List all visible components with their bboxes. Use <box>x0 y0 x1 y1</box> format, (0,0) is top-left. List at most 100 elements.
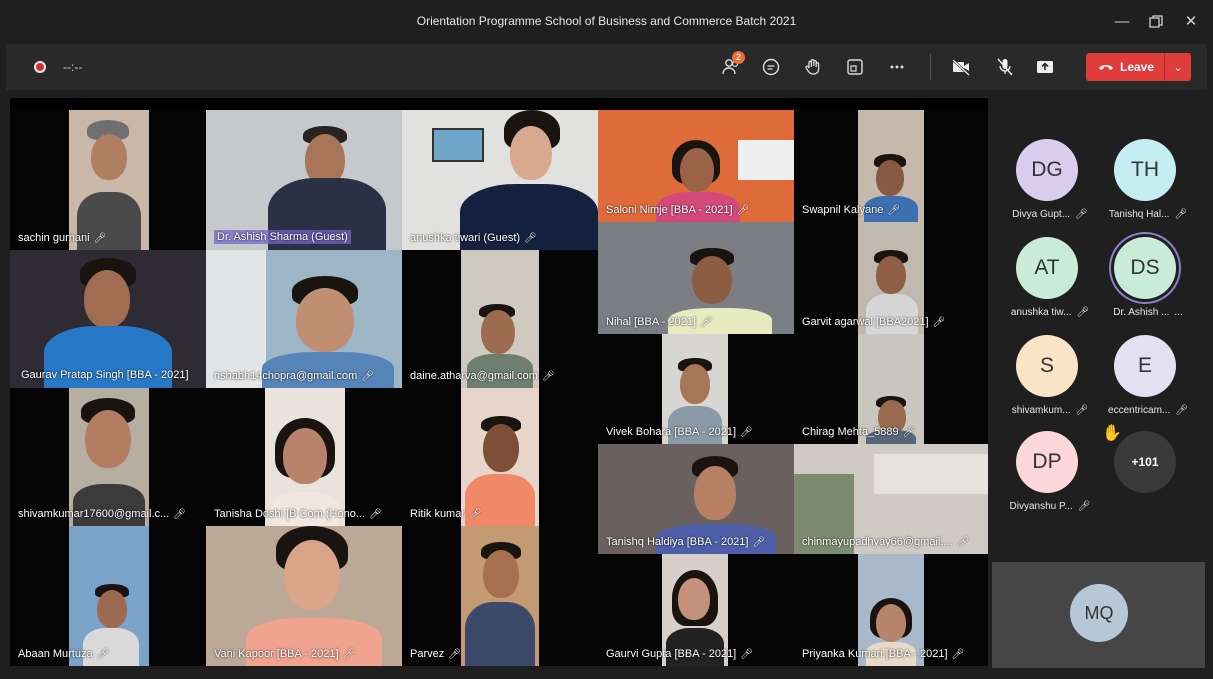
video-tile[interactable]: Gaurvi Gupta [BBA - 2021] 🎤︎ <box>598 554 794 666</box>
minimize-icon[interactable]: — <box>1107 10 1137 34</box>
meeting-toolbar: --:-- 2 Leave ⌄ <box>6 44 1207 90</box>
participant-avatar-tile[interactable]: TH Tanishq Hal... 🎤︎ <box>1100 139 1196 231</box>
video-tile[interactable]: Nihal [BBA - 2021] 🎤︎ <box>598 222 794 334</box>
hang-up-icon <box>1099 65 1113 70</box>
video-tile[interactable]: Saloni Nimje [BBA - 2021] 🎤︎ <box>598 110 794 222</box>
video-tile[interactable]: sachin gurnani 🎤︎ <box>10 110 206 250</box>
toolbar-divider <box>930 54 931 80</box>
video-tile[interactable]: chinmayupadhyay66@gmail.... 🎤︎ <box>794 444 988 554</box>
video-tile[interactable]: rishabh14chopra@gmail.com 🎤︎ <box>206 250 402 388</box>
participant-name: Saloni Nimje [BBA - 2021] <box>606 204 733 216</box>
video-tile[interactable]: Dr. Ashish Sharma (Guest) <box>206 110 402 250</box>
camera-toggle-button[interactable] <box>948 55 974 79</box>
video-tile[interactable]: Vivek Bohara [BBA - 2021] 🎤︎ <box>598 334 794 444</box>
video-tile[interactable]: Tanishq Haldiya [BBA - 2021] 🎤︎ <box>598 444 794 554</box>
avatar: DG <box>1016 139 1078 201</box>
overflow-participants-tile[interactable]: +101 ✋ <box>1100 425 1196 523</box>
mic-toggle-button[interactable] <box>992 55 1018 79</box>
participant-avatar-tile[interactable]: AT anushka tiw... 🎤︎ <box>1002 237 1098 329</box>
video-tile[interactable]: Tanisha Doshi [B Com (Hono... 🎤︎ <box>206 388 402 526</box>
mic-off-icon: 🎤︎ <box>699 316 713 328</box>
video-grid: sachin gurnani 🎤︎ Dr. Ashish Sharma (Gues… <box>10 98 988 666</box>
participant-name: Ritik kumar <box>410 508 466 520</box>
mic-off-icon: 🎤︎ <box>448 648 461 660</box>
leave-button[interactable]: Leave ⌄ <box>1086 53 1191 81</box>
mic-off-icon: 🎤︎ <box>361 370 374 382</box>
participant-name: Tanishq Haldiya [BBA - 2021] <box>606 536 749 548</box>
leave-label: Leave <box>1120 60 1155 74</box>
participant-name: Parvez <box>410 648 445 660</box>
video-tile[interactable]: shivamkumar17600@gmail.c... 🎤︎ <box>10 388 206 526</box>
meeting-timer: --:-- <box>63 60 83 74</box>
more-actions-button[interactable] <box>884 55 910 79</box>
video-tile[interactable]: Garvit agarwal [BBA2021] 🎤︎ <box>794 222 988 334</box>
participant-name: Swapnil Kalyane <box>802 204 884 216</box>
chat-button[interactable] <box>758 55 784 79</box>
video-tile[interactable]: Priyanka Kumari [BBA - 2021] 🎤︎ <box>794 554 988 666</box>
participant-name: Vani Kapoor [BBA - 2021] <box>214 648 339 660</box>
participant-avatar-tile[interactable]: DS Dr. Ashish ...... <box>1100 237 1196 329</box>
hand-icon <box>805 59 820 75</box>
video-tile[interactable]: Gaurav Pratap Singh [BBA - 2021] <box>10 250 206 388</box>
mic-off-icon: 🎤︎ <box>932 316 946 328</box>
overflow-count: +101 <box>1114 431 1176 493</box>
participant-name: Dr. Ashish Sharma (Guest) <box>214 230 351 244</box>
participant-avatar-tile[interactable]: E eccentricam... 🎤︎ <box>1100 335 1196 427</box>
participant-avatar-tile[interactable]: DG Divya Gupt... 🎤︎ <box>1002 139 1098 231</box>
breakout-rooms-icon <box>847 59 863 75</box>
mic-off-icon: 🎤︎ <box>93 232 107 244</box>
mic-off-icon: 🎤︎ <box>736 204 750 216</box>
avatar: S <box>1016 335 1078 397</box>
mic-off-icon: 🎤︎ <box>369 508 382 520</box>
participant-name: Tanishq Hal... <box>1108 209 1170 220</box>
participant-name: Garvit agarwal [BBA2021] <box>802 316 929 328</box>
rooms-button[interactable] <box>842 55 868 79</box>
participant-name: Divyanshu P... <box>1009 501 1073 512</box>
restore-icon[interactable] <box>1141 10 1171 34</box>
video-tile[interactable]: daine.atharva@gmail.com 🎤︎ <box>402 250 598 388</box>
participant-avatar-tile[interactable]: S shivamkum... 🎤︎ <box>1002 335 1098 427</box>
participant-name: shivamkum... <box>1011 405 1071 416</box>
video-tile[interactable]: Parvez 🎤︎ <box>402 526 598 666</box>
participant-name: shivamkumar17600@gmail.c... <box>18 508 170 520</box>
close-icon[interactable]: ✕ <box>1176 10 1206 34</box>
mic-off-icon: 🎤︎ <box>956 536 970 548</box>
video-tile[interactable]: Abaan Murtuza 🎤︎ <box>10 526 206 666</box>
participant-name: Nihal [BBA - 2021] <box>606 316 696 328</box>
video-tile[interactable]: Chirag Mehta_5889 🎤︎ <box>794 334 988 444</box>
avatar: MQ <box>1070 584 1128 642</box>
participant-name: eccentricam... <box>1108 405 1171 416</box>
mic-off-icon <box>997 58 1013 76</box>
mic-off-icon: 🎤︎ <box>1075 209 1088 220</box>
video-tile[interactable]: Ritik kumar 🎤︎ <box>402 388 598 526</box>
video-tile[interactable]: Swapnil Kalyane 🎤︎ <box>794 110 988 222</box>
participant-name: sachin gurnani <box>18 232 90 244</box>
participant-avatar-tile[interactable]: DP Divyanshu P... 🎤︎ <box>1002 431 1098 523</box>
participant-name: Vivek Bohara [BBA - 2021] <box>606 426 737 438</box>
leave-options-chevron-icon[interactable]: ⌄ <box>1165 61 1191 74</box>
mic-off-icon: 🎤︎ <box>740 426 753 438</box>
self-view-tile[interactable]: MQ <box>992 562 1205 668</box>
participant-name: anushka tiwari (Guest) <box>410 232 521 244</box>
camera-off-icon <box>952 59 970 76</box>
mic-off-icon: 🎤︎ <box>887 204 901 216</box>
participant-name: Abaan Murtuza <box>18 648 93 660</box>
participant-name: chinmayupadhyay66@gmail.... <box>802 536 953 548</box>
video-tile[interactable]: Vani Kapoor [BBA - 2021] 🎤︎ <box>206 526 402 666</box>
participant-name: Priyanka Kumari [BBA - 2021] <box>802 648 948 660</box>
chat-icon <box>762 58 780 76</box>
raise-hand-button[interactable] <box>800 55 826 79</box>
participants-badge: 2 <box>732 51 745 64</box>
video-tile[interactable]: anushka tiwari (Guest) 🎤︎ <box>402 110 598 250</box>
mic-off-icon: 🎤︎ <box>524 232 537 244</box>
participant-name: Divya Gupt... <box>1012 209 1071 220</box>
more-options-icon[interactable]: ... <box>1174 307 1182 318</box>
mic-off-icon: 🎤︎ <box>752 536 766 548</box>
mic-off-icon: 🎤︎ <box>469 508 482 520</box>
mic-off-icon: 🎤︎ <box>541 370 555 382</box>
participant-name: Gaurvi Gupta [BBA - 2021] <box>606 648 737 660</box>
participants-button[interactable]: 2 <box>718 51 745 79</box>
window-title: Orientation Programme School of Business… <box>416 14 797 28</box>
mic-off-icon: 🎤︎ <box>96 648 110 660</box>
share-button[interactable] <box>1032 55 1058 79</box>
